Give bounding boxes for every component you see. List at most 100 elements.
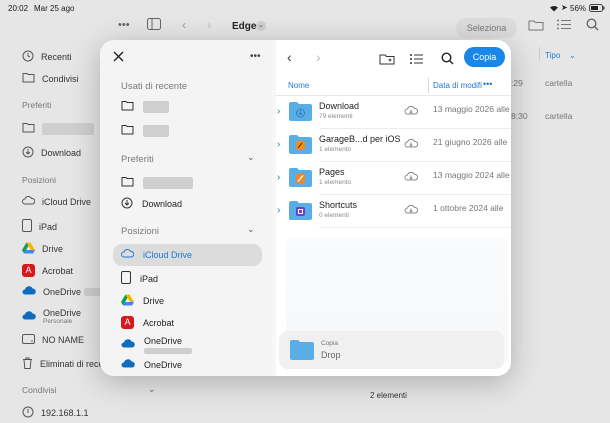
sidebar-item-label: OneDrive: [144, 359, 183, 370]
sidebar-item-label: Condivisi: [42, 73, 79, 84]
disclosure-chevron-icon[interactable]: ›: [277, 139, 280, 150]
sidebar-item-onedrive[interactable]: OneDrive: [121, 336, 192, 354]
sidebar-item-recent-folder[interactable]: [121, 124, 169, 137]
search-icon[interactable]: [586, 18, 599, 33]
download-folder-icon: [288, 101, 313, 124]
server-icon: [22, 406, 34, 420]
disclosure-chevron-icon[interactable]: ›: [277, 106, 280, 117]
sidebar-item-label: Acrobat: [42, 265, 74, 276]
sidebar-item-acrobat[interactable]: A Acrobat: [22, 264, 73, 277]
column-divider: [428, 78, 429, 93]
location-icon: ➤: [561, 3, 568, 12]
item-count: 2 elementi: [370, 391, 407, 400]
sidebar-item-favorite-folder[interactable]: [22, 122, 94, 135]
battery-icon: [589, 4, 605, 14]
sidebar-item-label: Download: [142, 199, 183, 209]
back-icon[interactable]: ‹: [182, 18, 186, 32]
sidebar-item-acrobat[interactable]: A Acrobat: [121, 316, 174, 329]
ipad-icon: [121, 271, 131, 286]
sidebar-item-icloud[interactable]: iCloud Drive: [22, 196, 91, 207]
pages-folder-icon: [288, 167, 313, 190]
download-icon: [121, 197, 133, 211]
favorites-header: Preferiti: [22, 100, 52, 110]
sidebar-item-drive[interactable]: Drive: [121, 294, 164, 308]
favorites-chevron-icon[interactable]: ⌄: [247, 152, 255, 163]
sort-chevron-icon: ⌄: [569, 51, 576, 60]
sidebar-item-shared[interactable]: Condivisi: [22, 72, 79, 85]
list-item[interactable]: › Download 79 elementi 13 maggio 2026 al…: [276, 96, 511, 129]
new-folder-icon[interactable]: [528, 19, 544, 33]
forward-icon[interactable]: ›: [316, 50, 321, 64]
forward-icon[interactable]: ›: [207, 18, 211, 32]
sidebar-item-download[interactable]: Download: [121, 197, 182, 211]
sidebar-item-no-name[interactable]: NO NAME: [22, 334, 84, 346]
list-item[interactable]: › Shortcuts 0 elementi 1 ottobre 2024 al…: [276, 195, 511, 228]
back-icon[interactable]: ‹: [287, 50, 292, 64]
sidebar-item-onedrive[interactable]: OneDrive: [121, 359, 182, 370]
more-icon[interactable]: •••: [250, 51, 261, 62]
garageband-folder-icon: [288, 134, 313, 157]
sidebar-item-trash[interactable]: Eliminati di rece: [22, 357, 104, 371]
sidebar-item-label: iCloud Drive: [143, 249, 193, 260]
row-type: cartella: [545, 78, 573, 88]
sidebar-item-recent-folder[interactable]: [121, 100, 169, 113]
file-name: GarageB...d per iOS: [319, 134, 401, 144]
favorites-header: Preferiti: [121, 154, 154, 165]
sidebar-item-favorite-folder[interactable]: [121, 176, 193, 189]
sidebar-item-label: Drive: [143, 296, 165, 306]
select-button[interactable]: Seleziona: [456, 18, 517, 38]
drop-preview[interactable]: Copia Drop: [279, 331, 504, 369]
type-column-header[interactable]: Tipo: [545, 51, 560, 60]
redacted-label: [143, 124, 169, 137]
sidebar-item-download[interactable]: Download: [22, 146, 81, 160]
row-type: cartella: [545, 111, 573, 121]
sidebar-toggle-icon[interactable]: [147, 18, 161, 32]
sidebar-item-drive[interactable]: Drive: [22, 242, 63, 256]
cloud-download-icon[interactable]: [404, 138, 419, 150]
column-divider: [539, 47, 540, 61]
new-folder-icon[interactable]: [379, 53, 395, 67]
sidebar-item-label: 192.168.1.1: [41, 408, 89, 418]
close-icon[interactable]: [113, 51, 124, 64]
file-subtitle: 1 elemento: [319, 146, 352, 153]
cloud-download-icon[interactable]: [404, 204, 419, 216]
onedrive-icon: [121, 339, 135, 350]
sidebar-item-label: OneDrive: [144, 336, 183, 346]
cloud-download-icon[interactable]: [404, 171, 419, 183]
file-date: 1 ottobre 2024 alle: [433, 203, 504, 213]
sidebar-item-server[interactable]: 192.168.1.1: [22, 406, 89, 420]
list-view-icon[interactable]: [410, 54, 423, 66]
ipad-icon: [22, 219, 32, 234]
sidebar-item-ipad[interactable]: iPad: [121, 271, 158, 286]
file-subtitle: 79 elementi: [319, 113, 353, 120]
sidebar-item-icloud[interactable]: iCloud Drive: [121, 249, 192, 260]
list-item[interactable]: › Pages 1 elemento 13 maggio 2024 alle: [276, 162, 511, 195]
disclosure-chevron-icon[interactable]: ›: [277, 205, 280, 216]
file-subtitle: 0 elementi: [319, 212, 349, 219]
more-icon[interactable]: •••: [118, 19, 130, 31]
search-icon[interactable]: [441, 52, 454, 67]
sidebar-item-ipad[interactable]: iPad: [22, 219, 57, 234]
clock-icon: [22, 50, 34, 64]
sidebar-item-onedrive-personal[interactable]: OneDrive Personale: [22, 308, 81, 325]
name-column-header[interactable]: Nome: [288, 81, 309, 90]
list-view-icon[interactable]: [557, 19, 571, 32]
copy-button[interactable]: Copia: [464, 47, 505, 67]
cloud-download-icon[interactable]: [404, 105, 419, 117]
sidebar-item-onedrive[interactable]: OneDrive: [22, 286, 113, 297]
list-item[interactable]: › GarageB...d per iOS 1 elemento 21 giug…: [276, 129, 511, 162]
cloud-icon: [22, 196, 36, 207]
sidebar-item-sublabel: Personale: [43, 318, 73, 325]
more-icon[interactable]: •••: [483, 79, 492, 89]
download-icon: [22, 146, 34, 160]
sidebar-item-label: NO NAME: [42, 335, 85, 345]
disclosure-chevron-icon[interactable]: ›: [277, 172, 280, 183]
onedrive-icon: [121, 359, 135, 370]
date-column-header[interactable]: Data di modifi: [433, 81, 482, 90]
locations-chevron-icon[interactable]: ⌄: [247, 224, 255, 235]
shared-chevron-icon[interactable]: ⌄: [148, 384, 156, 395]
sidebar-item-label: iCloud Drive: [42, 196, 92, 207]
sidebar-item-recents[interactable]: Recenti: [22, 50, 72, 64]
title-chevron-icon[interactable]: ⌄: [256, 21, 266, 31]
folder-icon: [121, 100, 134, 113]
